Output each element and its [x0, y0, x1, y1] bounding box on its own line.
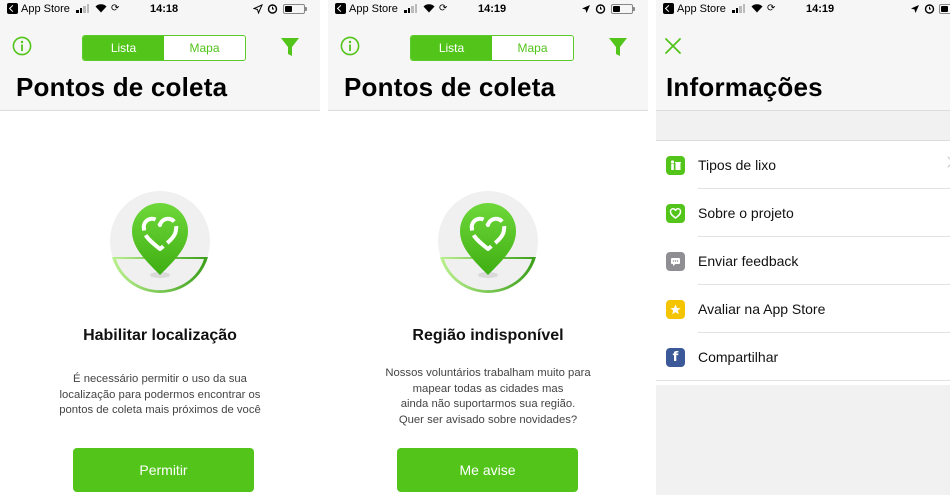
menu-item-label: Tipos de lixo	[698, 157, 777, 173]
location-arrow-icon	[911, 5, 919, 13]
menu-item-share[interactable]: f Compartilhar	[656, 333, 950, 381]
wifi-icon	[95, 4, 107, 13]
chat-bubble-icon	[666, 252, 685, 271]
headline: Habilitar localização	[83, 327, 237, 344]
battery-icon	[939, 4, 950, 14]
status-back-app[interactable]: App Store	[349, 3, 398, 15]
screen-region-unavailable: App Store ⟳ 14:19 Lista Mapa Pontos de c…	[328, 0, 648, 495]
location-arrow-icon	[253, 4, 263, 14]
signal-icon	[76, 4, 90, 13]
facebook-icon: f	[666, 348, 685, 367]
segment-map[interactable]: Mapa	[492, 36, 573, 60]
section-spacer	[656, 111, 950, 141]
menu-item-rate-app-store[interactable]: Avaliar na App Store	[656, 285, 950, 333]
screen-location-permission: App Store ⟳ 14:18 Lista Mapa Pontos de c…	[0, 0, 320, 495]
loading-icon: ⟳	[767, 3, 776, 14]
wifi-icon	[423, 4, 435, 13]
separator	[656, 380, 950, 381]
star-icon	[666, 300, 685, 319]
filter-icon[interactable]	[280, 37, 300, 57]
alarm-icon	[924, 4, 935, 14]
loading-icon: ⟳	[111, 3, 120, 14]
view-segmented-control: Lista Mapa	[82, 35, 246, 61]
status-time: 14:19	[806, 3, 835, 15]
menu-item-label: Compartilhar	[698, 349, 779, 365]
location-pin-heart-icon	[438, 191, 538, 293]
menu-item-about-project[interactable]: Sobre o projeto	[656, 189, 950, 237]
back-to-app-icon[interactable]	[335, 3, 346, 14]
back-to-app-icon[interactable]	[7, 3, 18, 14]
menu-item-label: Avaliar na App Store	[698, 301, 826, 317]
status-time: 14:19	[478, 3, 507, 15]
empty-area	[656, 385, 950, 495]
notify-me-button[interactable]: Me avise	[397, 448, 578, 492]
menu-item-send-feedback[interactable]: Enviar feedback	[656, 237, 950, 285]
segment-map[interactable]: Mapa	[164, 36, 245, 60]
page-title: Informações	[666, 72, 823, 102]
back-to-app-icon[interactable]	[663, 3, 674, 14]
headline: Região indisponível	[412, 327, 564, 344]
chevron-right-icon	[942, 156, 950, 168]
info-icon[interactable]	[340, 36, 360, 56]
menu-item-label: Enviar feedback	[698, 253, 799, 269]
heart-icon	[666, 204, 685, 223]
segment-list[interactable]: Lista	[411, 36, 492, 60]
info-menu: Tipos de lixo Sobre o projeto Enviar fee…	[656, 141, 950, 381]
description-text: Nossos voluntários trabalham muito para …	[385, 367, 591, 426]
alarm-icon	[595, 4, 606, 14]
info-icon[interactable]	[12, 36, 32, 56]
view-segmented-control: Lista Mapa	[410, 35, 574, 61]
divider	[320, 0, 328, 495]
page-title: Pontos de coleta	[16, 72, 228, 102]
status-back-app[interactable]: App Store	[21, 3, 70, 15]
status-bar: App Store ⟳ 14:18	[0, 0, 320, 20]
location-arrow-icon	[582, 5, 590, 13]
status-time: 14:18	[150, 3, 179, 15]
status-bar: App Store ⟳ 14:19	[656, 0, 950, 20]
filter-icon[interactable]	[608, 37, 628, 57]
location-pin-heart-icon	[110, 191, 210, 293]
trash-types-icon	[666, 156, 685, 175]
close-icon[interactable]	[664, 37, 682, 55]
menu-item-label: Sobre o projeto	[698, 205, 794, 221]
status-bar: App Store ⟳ 14:19	[328, 0, 648, 20]
screen-information: App Store ⟳ 14:19 Informações Tipos de l…	[656, 0, 950, 495]
menu-item-trash-types[interactable]: Tipos de lixo	[656, 141, 950, 189]
battery-icon	[611, 4, 635, 14]
signal-icon	[732, 4, 746, 13]
description-text: É necessário permitir o uso da sua local…	[59, 373, 261, 416]
signal-icon	[404, 4, 418, 13]
page-title: Pontos de coleta	[344, 72, 556, 102]
alarm-icon	[267, 4, 278, 14]
allow-button[interactable]: Permitir	[73, 448, 254, 492]
divider	[648, 0, 656, 495]
wifi-icon	[751, 4, 763, 13]
battery-icon	[283, 4, 307, 14]
segment-list[interactable]: Lista	[83, 36, 164, 60]
status-back-app[interactable]: App Store	[677, 3, 726, 15]
loading-icon: ⟳	[439, 3, 448, 14]
